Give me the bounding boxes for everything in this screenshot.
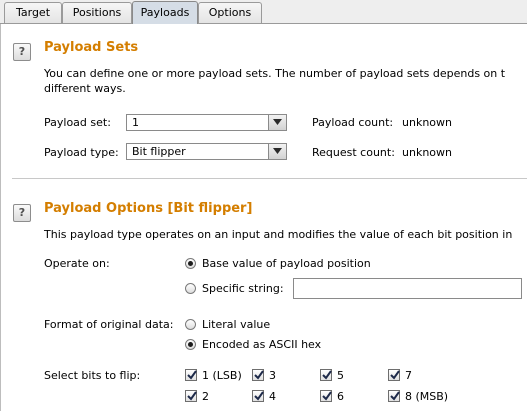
payload-options-title: Payload Options [Bit flipper] <box>44 201 253 216</box>
bit-8-label: 8 (MSB) <box>405 390 449 403</box>
payload-set-value: 1 <box>132 116 139 129</box>
operate-base-label: Base value of payload position <box>202 257 371 270</box>
bits-label: Select bits to flip: <box>44 369 141 382</box>
format-literal-label: Literal value <box>202 318 271 331</box>
request-count-label: Request count: <box>312 146 395 159</box>
request-count-value: unknown <box>402 146 452 159</box>
check-icon <box>254 391 264 401</box>
payload-count-value: unknown <box>402 116 452 129</box>
bit-5-checkbox[interactable] <box>320 369 332 381</box>
help-icon[interactable]: ? <box>13 204 31 222</box>
bit-1-checkbox[interactable] <box>185 369 197 381</box>
payload-set-label: Payload set: <box>44 116 111 129</box>
bit-4-label: 4 <box>269 390 276 403</box>
format-label: Format of original data: <box>44 318 174 331</box>
radio-selected-dot <box>188 342 193 347</box>
payload-type-label: Payload type: <box>44 146 119 159</box>
bit-8-checkbox[interactable] <box>388 390 400 402</box>
payloads-panel: ? Payload Sets You can define one or mor… <box>0 24 527 411</box>
tab-payloads[interactable]: Payloads <box>132 1 198 24</box>
tab-bar: Target Positions Payloads Options <box>0 0 527 24</box>
bit-4-checkbox[interactable] <box>252 390 264 402</box>
tab-target[interactable]: Target <box>4 2 62 23</box>
payload-sets-title: Payload Sets <box>44 40 139 55</box>
bit-2-label: 2 <box>202 390 209 403</box>
payload-options-description: This payload type operates on an input a… <box>44 228 513 241</box>
bit-7-checkbox[interactable] <box>388 369 400 381</box>
bit-1-label: 1 (LSB) <box>202 369 242 382</box>
chevron-down-icon[interactable] <box>268 115 286 130</box>
tab-positions[interactable]: Positions <box>62 2 132 23</box>
operate-specific-label: Specific string: <box>202 282 284 295</box>
check-icon <box>390 370 400 380</box>
operate-on-label: Operate on: <box>44 257 110 270</box>
payload-type-select[interactable]: Bit flipper <box>126 143 287 160</box>
check-icon <box>187 391 197 401</box>
help-icon[interactable]: ? <box>13 43 31 61</box>
radio-selected-dot <box>188 261 193 266</box>
bit-3-label: 3 <box>269 369 276 382</box>
payload-sets-description-line1: You can define one or more payload sets.… <box>44 67 506 80</box>
specific-string-input[interactable] <box>293 278 522 299</box>
payload-set-select[interactable]: 1 <box>126 114 287 131</box>
format-ascii-hex-radio[interactable] <box>185 339 196 350</box>
format-ascii-hex-label: Encoded as ASCII hex <box>202 338 322 351</box>
bit-6-checkbox[interactable] <box>320 390 332 402</box>
payload-type-value: Bit flipper <box>132 145 186 158</box>
check-icon <box>254 370 264 380</box>
payload-sets-description-line2: different ways. <box>44 82 126 95</box>
bit-7-label: 7 <box>405 369 412 382</box>
tab-options[interactable]: Options <box>198 2 262 23</box>
chevron-down-icon[interactable] <box>268 144 286 159</box>
operate-base-radio[interactable] <box>185 258 196 269</box>
check-icon <box>187 370 197 380</box>
check-icon <box>322 391 332 401</box>
payload-count-label: Payload count: <box>312 116 394 129</box>
check-icon <box>390 391 400 401</box>
bit-2-checkbox[interactable] <box>185 390 197 402</box>
section-divider <box>12 178 527 179</box>
operate-specific-radio[interactable] <box>185 283 196 294</box>
bit-5-label: 5 <box>337 369 344 382</box>
bit-6-label: 6 <box>337 390 344 403</box>
bit-3-checkbox[interactable] <box>252 369 264 381</box>
check-icon <box>322 370 332 380</box>
format-literal-radio[interactable] <box>185 319 196 330</box>
